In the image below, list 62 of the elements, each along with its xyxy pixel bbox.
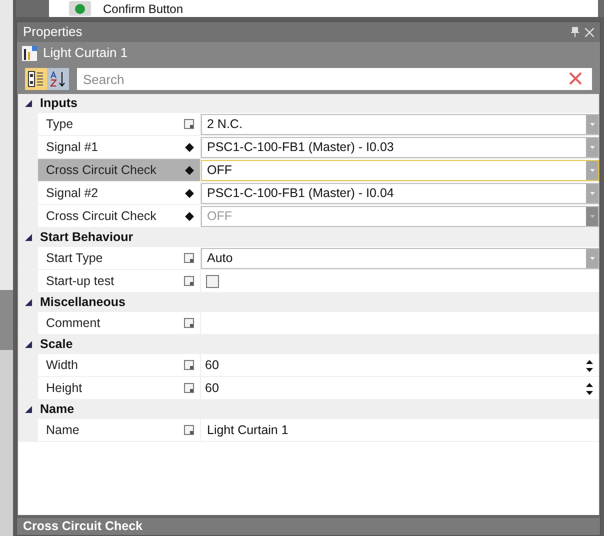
dropdown-value: PSC1-C-100-FB1 (Master) - I0.04 <box>206 185 395 202</box>
number-value[interactable]: 60 <box>205 356 586 375</box>
dropdown-field[interactable]: PSC1-C-100-FB1 (Master) - I0.04 <box>201 183 599 204</box>
property-label[interactable]: Cross Circuit Check <box>38 159 178 181</box>
dropdown-value: PSC1-C-100-FB1 (Master) - I0.03 <box>206 139 395 156</box>
caret-icon <box>590 192 594 195</box>
categorized-icon <box>28 71 44 87</box>
category-title[interactable]: Name <box>40 400 74 419</box>
dropdown-value: 2 N.C. <box>206 116 244 134</box>
property-label[interactable]: Signal #1 <box>38 136 178 158</box>
category-title[interactable]: Scale <box>40 335 73 354</box>
sort-az-icon <box>50 71 66 87</box>
object-icon <box>22 46 37 60</box>
categorized-button[interactable] <box>25 68 47 90</box>
spinner-arrows-icon[interactable] <box>586 382 593 394</box>
property-label[interactable]: Start Type <box>38 247 178 269</box>
category-title[interactable]: Start Behaviour <box>40 228 134 247</box>
dropdown-field[interactable]: PSC1-C-100-FB1 (Master) - I0.03 <box>201 137 599 158</box>
dropdown-field[interactable]: OFF <box>201 160 599 181</box>
number-value[interactable]: 60 <box>205 379 586 398</box>
caret-icon <box>590 123 594 126</box>
confirm-field[interactable]: Confirm Button <box>49 0 598 17</box>
dropdown-arrow-button[interactable] <box>586 115 598 134</box>
caret-icon <box>590 146 594 149</box>
description-title: Cross Circuit Check <box>23 518 142 536</box>
caret-icon <box>590 169 594 172</box>
dropdown-value: OFF <box>206 208 233 226</box>
panel-title: Properties <box>23 23 84 42</box>
spinner-arrows-icon[interactable] <box>586 360 593 372</box>
property-label[interactable]: Start-up test <box>38 270 178 292</box>
dropdown-field[interactable]: Auto <box>201 248 599 269</box>
category-title[interactable]: Inputs <box>40 94 78 113</box>
dropdown-value: OFF <box>206 162 233 180</box>
category-title[interactable]: Miscellaneous <box>40 293 126 312</box>
dropdown-arrow-button[interactable] <box>586 184 598 203</box>
caret-icon <box>590 257 594 260</box>
object-title: Light Curtain 1 <box>43 44 128 62</box>
property-label[interactable]: Signal #2 <box>38 182 178 204</box>
search-field[interactable]: Search <box>77 68 592 90</box>
expander-icon[interactable] <box>25 406 32 413</box>
expander-icon[interactable] <box>25 299 32 306</box>
confirm-value: Confirm Button <box>103 0 184 18</box>
expander-icon[interactable] <box>25 341 32 348</box>
dropdown-arrow-button[interactable] <box>586 161 598 180</box>
expander-icon[interactable] <box>25 234 32 241</box>
dropdown-field[interactable]: 2 N.C. <box>201 114 599 135</box>
text-value[interactable]: Light Curtain 1 <box>207 421 288 440</box>
clear-icon[interactable] <box>569 72 582 85</box>
property-label[interactable]: Comment <box>38 312 178 334</box>
status-light-icon <box>69 1 91 16</box>
dropdown-arrow-button[interactable] <box>586 138 598 157</box>
dropdown-value: Auto <box>206 250 234 268</box>
pin-icon[interactable] <box>571 27 579 37</box>
close-icon[interactable] <box>585 28 594 36</box>
property-label[interactable]: Height <box>38 377 178 399</box>
expander-icon[interactable] <box>25 100 32 107</box>
property-label[interactable]: Type <box>38 113 178 135</box>
property-label[interactable]: Width <box>38 354 178 376</box>
checkbox[interactable] <box>206 275 219 288</box>
caret-icon <box>590 215 594 218</box>
property-label[interactable]: Name <box>38 419 178 441</box>
dropdown-arrow-button[interactable] <box>586 249 598 268</box>
